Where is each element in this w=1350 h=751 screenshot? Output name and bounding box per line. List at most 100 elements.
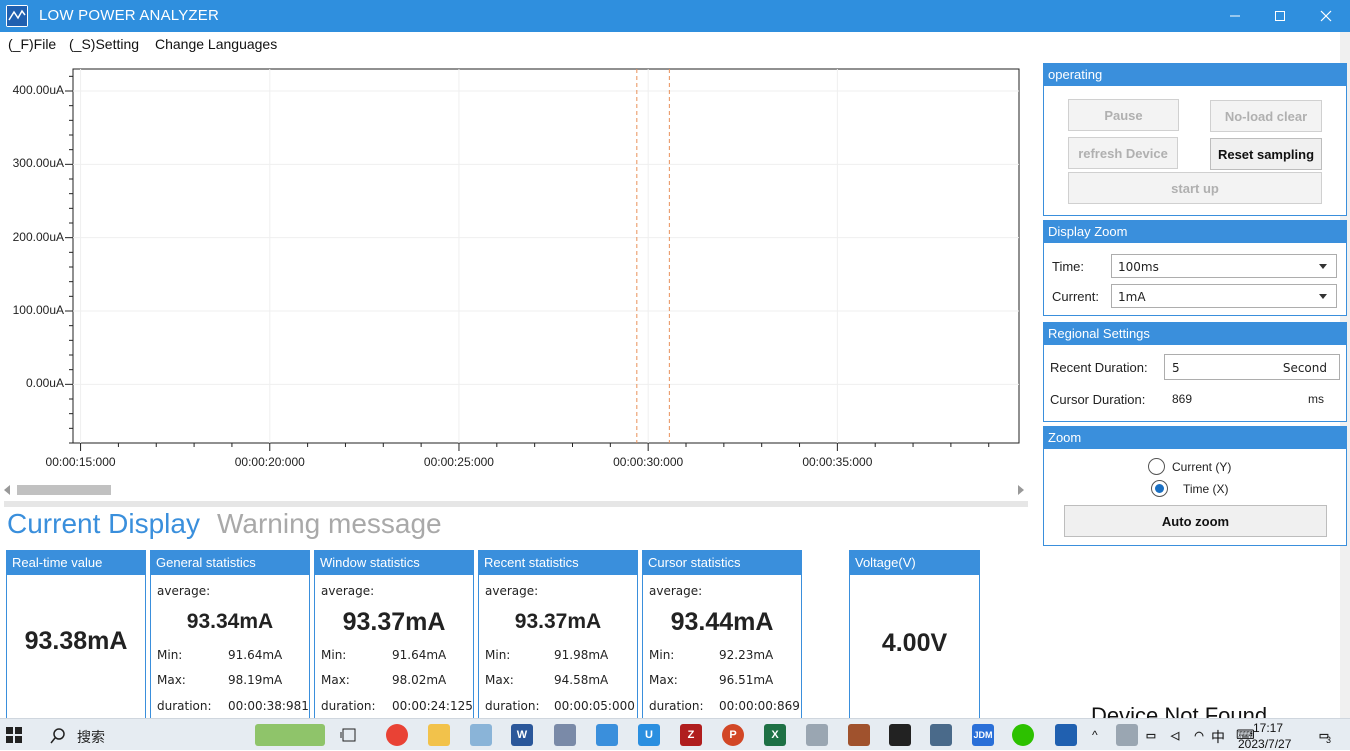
- scroll-left-arrow-icon[interactable]: [4, 485, 10, 495]
- chart-horizontal-scrollbar[interactable]: [4, 482, 1028, 498]
- tray-speaker-icon[interactable]: ◁: [1164, 724, 1186, 746]
- notes-app-icon[interactable]: [470, 724, 492, 746]
- zoom-current-label: Current:: [1052, 289, 1099, 304]
- title-bar[interactable]: LOW POWER ANALYZER: [0, 0, 1350, 32]
- cursor-min-label: Min:: [649, 648, 675, 662]
- recent-duration-value: 5: [1172, 361, 1180, 375]
- terminal-icon[interactable]: [889, 724, 911, 746]
- cursor-duration-label: Cursor Duration:: [1050, 392, 1146, 407]
- window-stats-title: Window statistics: [315, 551, 473, 575]
- zoom-time-option-label[interactable]: Time (X): [1183, 482, 1229, 496]
- chevron-down-icon: [1319, 294, 1327, 299]
- x-tick-label: 00:00:20:000: [234, 455, 305, 469]
- jdm-app-icon[interactable]: JDM: [972, 724, 994, 746]
- notification-center-icon[interactable]: ▭: [1313, 724, 1335, 746]
- word-icon[interactable]: W: [511, 724, 533, 746]
- general-min-label: Min:: [157, 648, 183, 662]
- recent-avg-label: average:: [485, 584, 539, 598]
- zoom-current-option-label[interactable]: Current (Y): [1172, 460, 1231, 474]
- pause-button[interactable]: Pause: [1068, 99, 1179, 131]
- auto-zoom-button[interactable]: Auto zoom: [1064, 505, 1327, 537]
- zoom-title: Zoom: [1044, 427, 1346, 449]
- filezilla-icon[interactable]: Z: [680, 724, 702, 746]
- menu-setting[interactable]: (_S)Setting: [69, 36, 139, 52]
- powerpoint-icon[interactable]: P: [722, 724, 744, 746]
- calendar-app-icon[interactable]: [596, 724, 618, 746]
- window-stats-card: Window statistics average: 93.37mA Min: …: [314, 550, 474, 718]
- window-title: LOW POWER ANALYZER: [39, 7, 220, 24]
- voltage-value: 4.00V: [881, 629, 948, 657]
- file-explorer-icon[interactable]: [428, 724, 450, 746]
- realtime-card: Real-time value 93.38mA: [6, 550, 146, 718]
- realtime-value: 93.38mA: [24, 627, 128, 655]
- current-scale-value: 1mA: [1118, 290, 1146, 304]
- maximize-button[interactable]: [1257, 0, 1303, 32]
- current-chart[interactable]: 400.00uA 300.00uA 200.00uA 100.00uA 0.00uA 0…: [0, 62, 1030, 482]
- panel-splitter[interactable]: [4, 501, 1028, 507]
- menu-change-languages[interactable]: Change Languages: [155, 36, 277, 52]
- app-window: LOW POWER ANALYZER (_F)File (_S)Setting …: [0, 0, 1350, 718]
- tray-battery-icon[interactable]: ▭: [1140, 724, 1162, 746]
- monitor-app-icon[interactable]: [806, 724, 828, 746]
- clock-date[interactable]: 2023/7/27: [1238, 737, 1291, 751]
- zoom-current-radio[interactable]: [1148, 458, 1165, 475]
- taskbar-search-box[interactable]: 搜索: [77, 727, 105, 747]
- x-tick-label: 00:00:35:000: [802, 455, 873, 469]
- refresh-device-button[interactable]: refresh Device: [1068, 137, 1178, 169]
- operating-group: operating Pause No-load clear refresh De…: [1043, 63, 1347, 216]
- cursor-stats-card: Cursor statistics average: 93.44mA Min: …: [642, 550, 802, 718]
- recent-duration-input[interactable]: 5 Second: [1164, 354, 1340, 380]
- notification-count-badge: 3: [1326, 735, 1332, 745]
- close-button[interactable]: [1303, 0, 1349, 32]
- device-manager-icon[interactable]: [930, 724, 952, 746]
- upgrade-tool-icon[interactable]: U: [638, 724, 660, 746]
- network-app-icon[interactable]: [554, 724, 576, 746]
- excel-icon[interactable]: X: [764, 724, 786, 746]
- x-tick-label: 00:00:25:000: [423, 455, 494, 469]
- zoom-group: Zoom Current (Y) Time (X) Auto zoom: [1043, 426, 1347, 546]
- clock-time[interactable]: 17:17: [1253, 721, 1283, 735]
- cursor-stats-title: Cursor statistics: [643, 551, 801, 575]
- zoom-time-label: Time:: [1052, 259, 1085, 274]
- recent-max-label: Max:: [485, 673, 514, 687]
- search-icon[interactable]: [50, 728, 66, 748]
- zoom-time-radio[interactable]: [1151, 480, 1168, 497]
- general-avg-value: 93.34mA: [186, 610, 274, 633]
- wechat-icon[interactable]: [1012, 724, 1034, 746]
- recent-min-label: Min:: [485, 648, 511, 662]
- recent-duration-label: Recent Duration:: [1050, 360, 1148, 375]
- recent-avg-value: 93.37mA: [514, 610, 602, 633]
- tray-network-icon[interactable]: [1116, 724, 1138, 746]
- windows-start-icon[interactable]: [6, 727, 22, 747]
- start-up-button[interactable]: start up: [1068, 172, 1322, 204]
- realtime-card-title: Real-time value: [7, 551, 145, 575]
- cursor-max-label: Max:: [649, 673, 678, 687]
- current-scale-select[interactable]: 1mA: [1111, 284, 1337, 308]
- cursor-duration-value: 869: [1172, 392, 1193, 406]
- tab-current-display[interactable]: Current Display: [7, 508, 200, 540]
- tray-chevron-up-icon[interactable]: ^: [1092, 728, 1098, 742]
- plot-area[interactable]: [72, 68, 1020, 444]
- general-avg-label: average:: [157, 584, 211, 598]
- low-power-analyzer-taskbar-icon[interactable]: [1055, 724, 1077, 746]
- menu-file[interactable]: (_F)File: [8, 36, 56, 52]
- tray-wifi-icon[interactable]: ◠: [1188, 724, 1210, 746]
- minimize-button[interactable]: [1212, 0, 1258, 32]
- general-duration-value: 00:00:38:981: [228, 699, 309, 713]
- chevron-down-icon: [1319, 264, 1327, 269]
- task-view-icon[interactable]: [338, 724, 360, 746]
- noload-clear-button[interactable]: No-load clear: [1210, 100, 1322, 132]
- regional-settings-group: Regional Settings Recent Duration: 5 Sec…: [1043, 322, 1347, 422]
- general-max-value: 98.19mA: [228, 673, 283, 687]
- scroll-thumb[interactable]: [17, 485, 111, 495]
- input-method-indicator[interactable]: 中: [1211, 727, 1225, 747]
- bear-app-icon[interactable]: [848, 724, 870, 746]
- time-scale-select[interactable]: 100ms: [1111, 254, 1337, 278]
- tab-warning-message[interactable]: Warning message: [217, 508, 442, 540]
- chart-canvas[interactable]: [0, 62, 1030, 482]
- chrome-icon[interactable]: [386, 724, 408, 746]
- widgets-landscape-icon[interactable]: [255, 724, 325, 746]
- window-duration-value: 00:00:24:125: [392, 699, 473, 713]
- scroll-right-arrow-icon[interactable]: [1018, 485, 1024, 495]
- reset-sampling-button[interactable]: Reset sampling: [1210, 138, 1322, 170]
